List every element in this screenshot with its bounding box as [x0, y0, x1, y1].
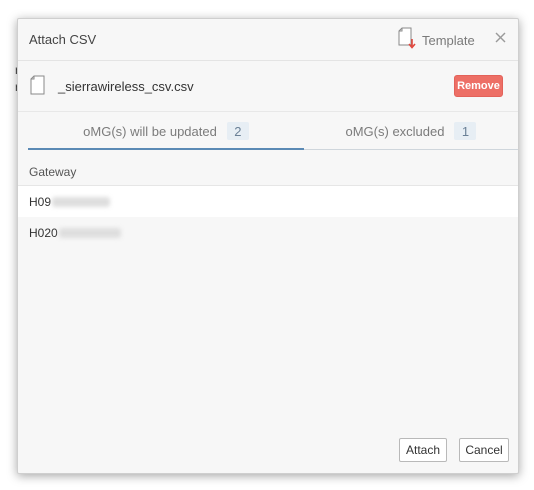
- tab-excluded-label: oMG(s) excluded: [345, 123, 445, 139]
- tab-updated-label: oMG(s) will be updated: [83, 123, 217, 139]
- tab-updated-count: 2: [226, 122, 249, 140]
- file-download-icon: [398, 27, 416, 54]
- table-row[interactable]: H09: [18, 186, 518, 217]
- redacted-text: [58, 227, 121, 238]
- cancel-button[interactable]: Cancel: [459, 438, 509, 462]
- attach-button[interactable]: Attach: [399, 438, 447, 462]
- redacted-text: [52, 196, 111, 207]
- file-name: _sierrawireless_csv.csv: [58, 79, 194, 94]
- close-button[interactable]: [490, 29, 510, 49]
- tab-excluded[interactable]: oMG(s) excluded 1: [304, 113, 518, 149]
- table-row[interactable]: H020: [18, 217, 518, 248]
- tab-updated[interactable]: oMG(s) will be updated 2: [28, 113, 304, 149]
- close-icon: [495, 30, 506, 48]
- template-label: Template: [422, 32, 475, 48]
- column-header-gateway: Gateway: [18, 159, 518, 186]
- active-tab-indicator: [28, 148, 304, 150]
- attach-csv-dialog: Attach CSV Template _sierrawireless_csv.…: [17, 18, 519, 474]
- gateway-id: H020: [29, 225, 58, 240]
- tab-bar: oMG(s) will be updated 2 oMG(s) excluded…: [18, 113, 518, 151]
- tab-excluded-count: 1: [454, 122, 477, 140]
- template-button[interactable]: Template: [398, 27, 475, 54]
- remove-button[interactable]: Remove: [454, 75, 503, 97]
- tab-divider: [304, 149, 518, 150]
- gateway-table: Gateway H09 H020: [18, 159, 518, 248]
- dialog-title: Attach CSV: [29, 32, 97, 47]
- dialog-header: Attach CSV Template: [18, 19, 518, 61]
- attached-file-row: _sierrawireless_csv.csv Remove: [18, 62, 518, 112]
- file-icon: [30, 75, 46, 100]
- gateway-id: H09: [29, 194, 52, 209]
